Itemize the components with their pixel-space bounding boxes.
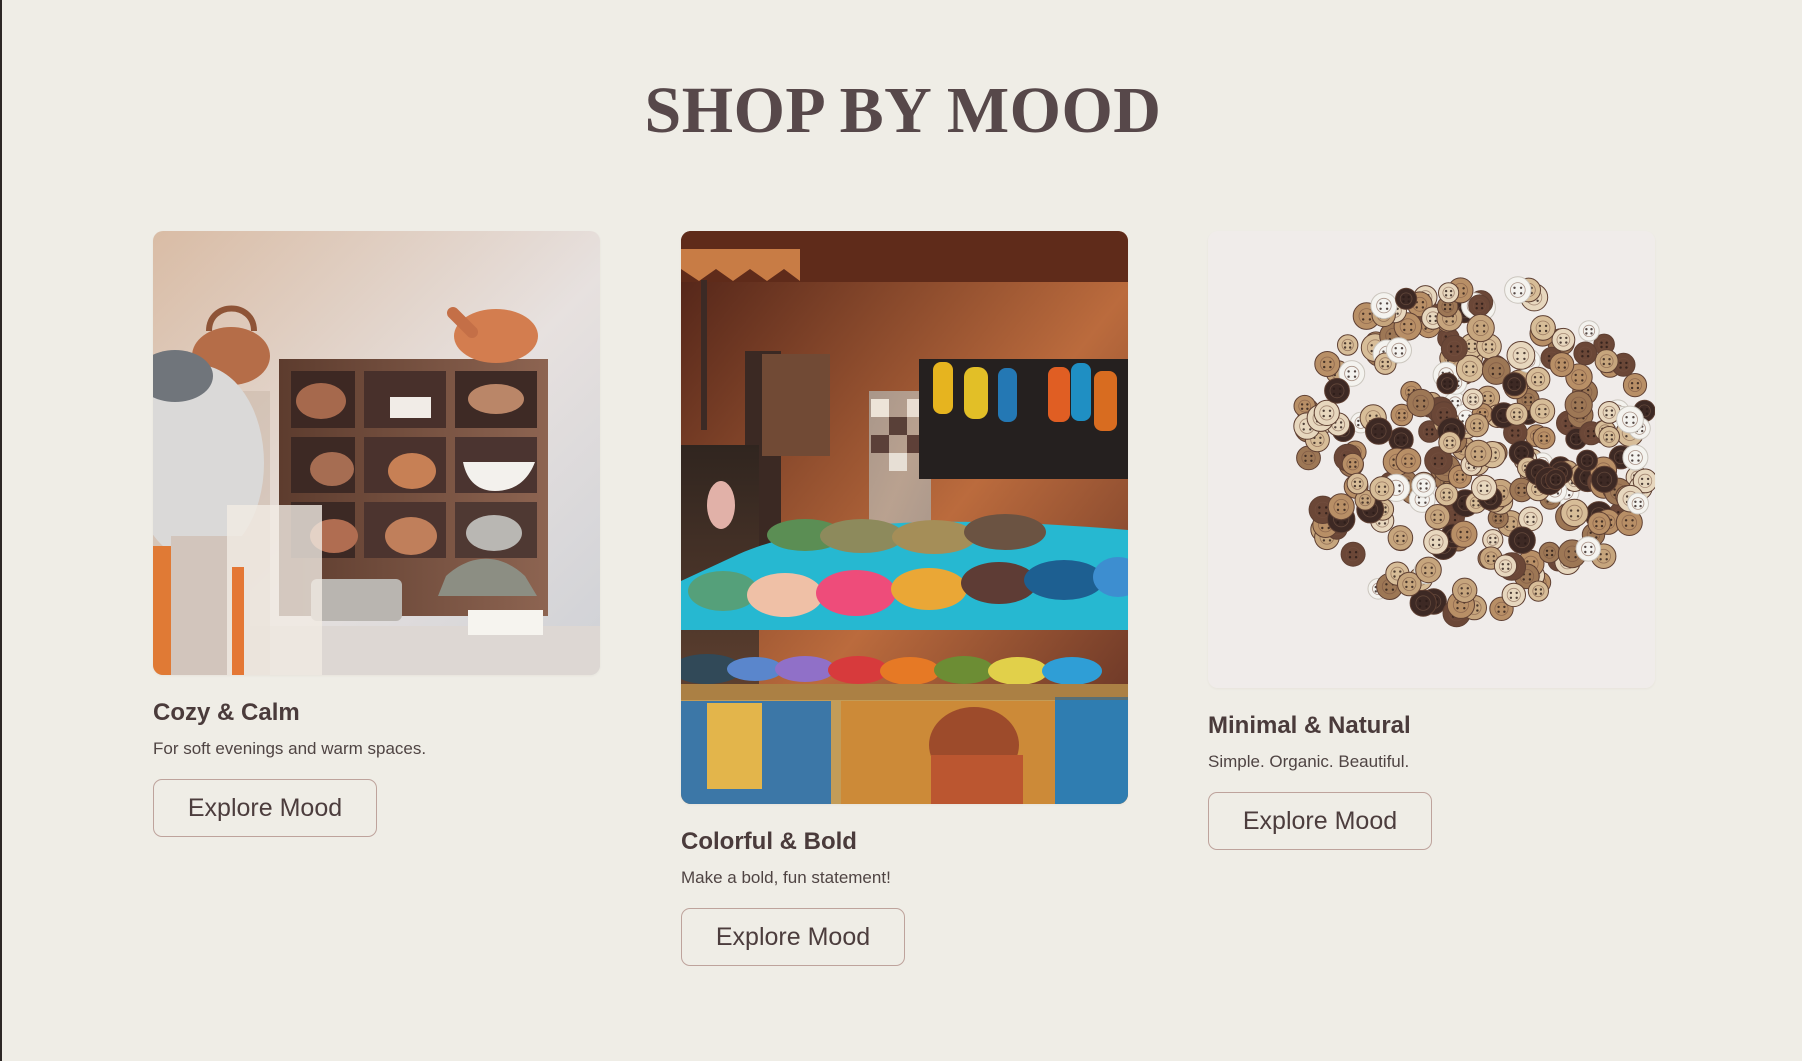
wooden-button [1551,327,1576,352]
wooden-button [1450,520,1478,548]
wooden-button [1462,388,1484,410]
wooden-button [1341,452,1364,476]
mood-title-cozy-calm: Cozy & Calm [153,699,300,726]
wooden-button [1395,287,1418,310]
wooden-button [1464,439,1493,468]
spice-market-illustration [681,231,1128,804]
wooden-button [1327,493,1355,521]
wooden-button [1587,511,1611,535]
wooden-button [1598,426,1621,448]
wooden-button [1527,580,1549,602]
wooden-button [1506,341,1536,370]
wooden-button [1616,405,1644,434]
explore-mood-button-colorful-bold[interactable]: Explore Mood [681,908,905,966]
wooden-buttons-illustration [1208,231,1655,688]
wooden-button [1564,390,1593,419]
wooden-button [1337,334,1359,356]
mood-title-colorful-bold: Colorful & Bold [681,828,857,855]
mood-card-colorful-bold: Colorful & Bold Make a bold, fun stateme… [681,231,1128,966]
wooden-button [1340,541,1366,567]
spice-market-image[interactable] [681,231,1128,804]
wooden-button [1578,320,1600,342]
wooden-button [1387,525,1414,551]
wooden-button [1424,504,1451,530]
tea-shelf-illustration [153,231,600,675]
wooden-button [1438,282,1460,304]
wooden-button [1436,372,1459,395]
wooden-button [1471,474,1498,501]
section-title: SHOP BY MOOD [644,74,1162,147]
wooden-button [1423,529,1450,555]
mood-description-cozy-calm: For soft evenings and warm spaces. [153,739,427,758]
wooden-button [1324,377,1350,404]
wooden-buttons-image[interactable] [1208,231,1655,688]
wooden-button [1525,366,1551,392]
wooden-button [1545,468,1567,491]
wooden-button [1313,399,1340,426]
wooden-button [1314,351,1341,377]
wooden-button [1466,313,1495,343]
mood-title-minimal-natural: Minimal & Natural [1208,712,1411,739]
wooden-button [1576,449,1599,472]
wooden-button [1464,413,1489,438]
wooden-button [1627,492,1649,515]
wooden-button [1594,349,1619,374]
wooden-button [1622,373,1648,398]
wooden-button [1395,447,1422,474]
shop-by-mood-section: SHOP BY MOOD Cozy & Calm For soft evenin… [0,0,1802,1061]
wooden-button [1411,473,1436,498]
wooden-button [1505,402,1529,426]
wooden-button [1575,536,1601,562]
wooden-button [1573,341,1598,366]
explore-mood-button-minimal-natural[interactable]: Explore Mood [1208,792,1432,850]
wooden-button [1493,554,1518,578]
wooden-button [1532,426,1556,450]
wooden-button [1530,315,1556,341]
wooden-button [1549,352,1575,378]
wooden-button [1590,465,1618,493]
wooden-button [1365,417,1393,445]
wooden-button [1538,541,1561,564]
mood-card-cozy-calm: Cozy & Calm For soft evenings and warm s… [153,231,600,837]
wooden-button [1385,337,1412,364]
tea-shelf-image[interactable] [153,231,600,675]
mood-description-colorful-bold: Make a bold, fun statement! [681,868,891,887]
wooden-button [1438,431,1462,454]
wooden-button [1406,388,1435,418]
wooden-button [1346,472,1369,495]
wooden-button [1622,444,1649,471]
wooden-button [1415,556,1442,584]
wooden-button [1508,526,1536,555]
mood-card-minimal-natural: Minimal & Natural Simple. Organic. Beaut… [1208,231,1655,850]
wooden-button [1501,582,1526,608]
wooden-button [1370,292,1398,320]
wooden-button [1468,294,1491,317]
wooden-button [1502,372,1527,397]
wooden-button [1369,476,1395,502]
mood-description-minimal-natural: Simple. Organic. Beautiful. [1208,752,1410,771]
wooden-button [1560,498,1589,528]
wooden-button [1452,577,1478,603]
wooden-button [1529,398,1556,425]
explore-mood-button-cozy-calm[interactable]: Explore Mood [153,779,377,837]
wooden-button [1504,276,1532,304]
wooden-button [1440,334,1468,362]
